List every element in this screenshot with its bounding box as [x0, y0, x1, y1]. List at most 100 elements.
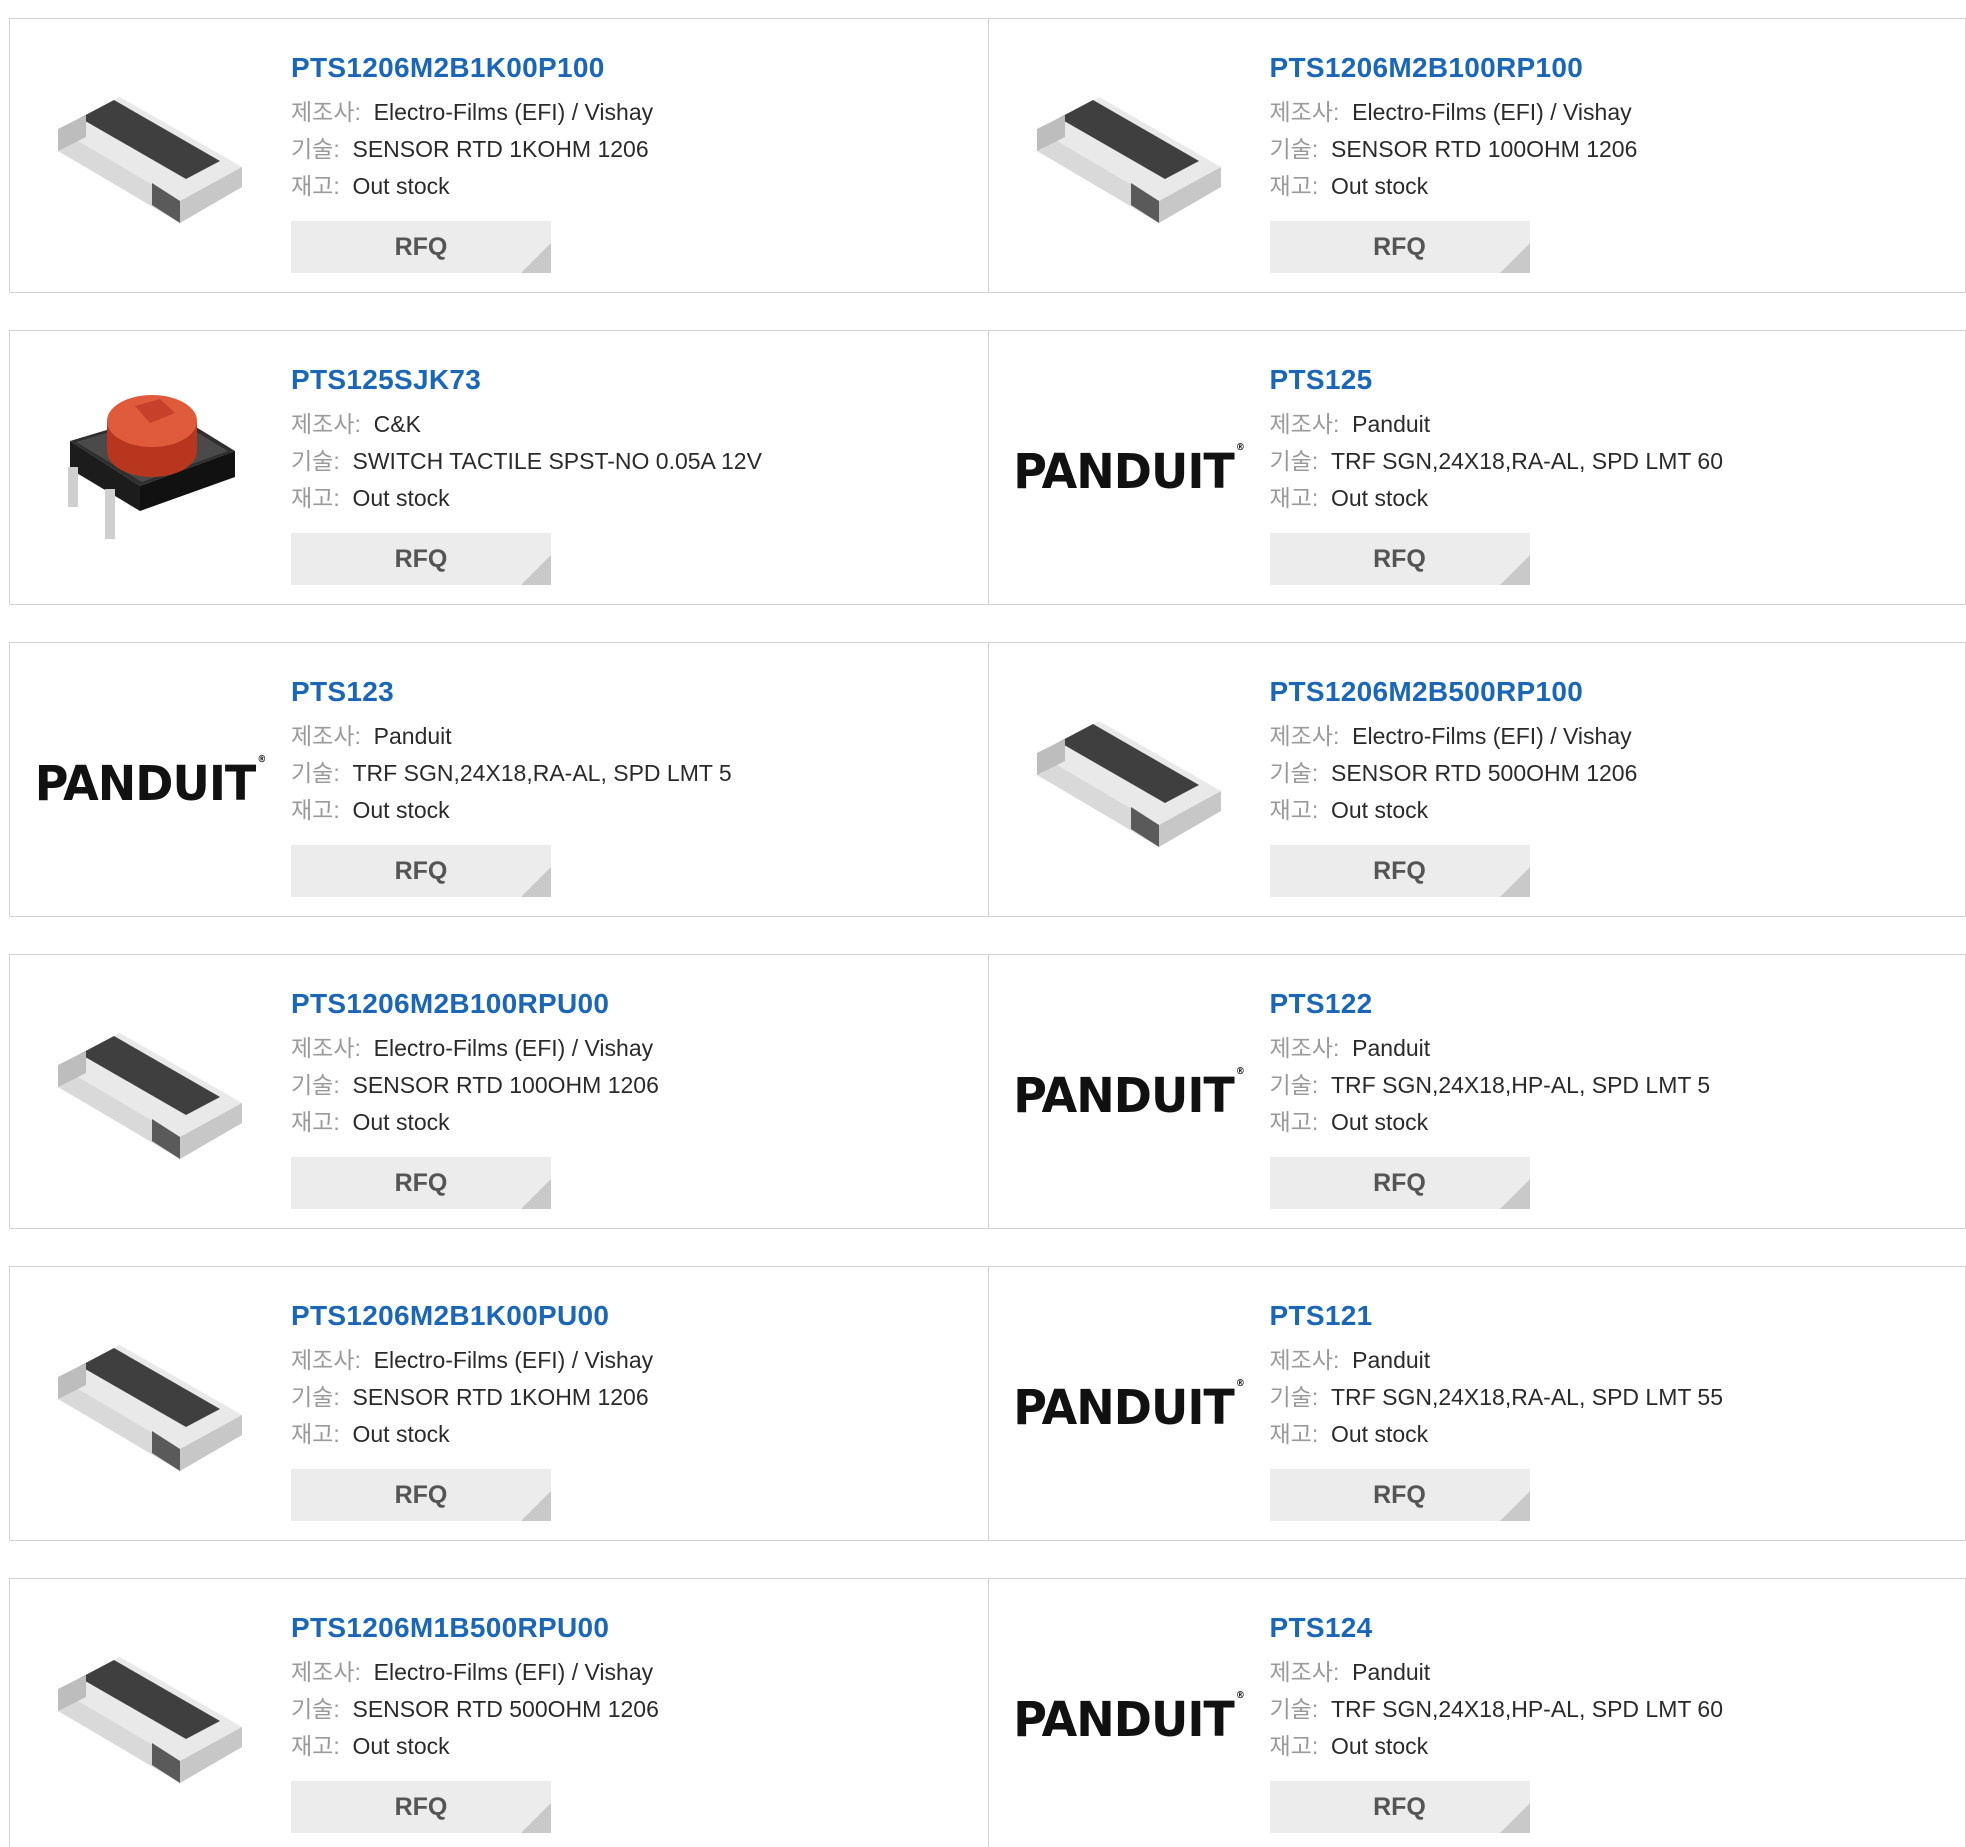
- part-number-link[interactable]: PTS1206M2B1K00P100: [291, 47, 653, 89]
- manufacturer-value: Electro-Films (EFI) / Vishay: [373, 1347, 654, 1373]
- part-number-link[interactable]: PTS122: [1270, 983, 1711, 1025]
- stock-line: 재고: Out stock: [1270, 1104, 1711, 1141]
- product-image[interactable]: PANDUIT ®: [35, 683, 267, 883]
- panduit-logo: PANDUIT ®: [1013, 1378, 1245, 1436]
- rfq-label: RFQ: [394, 857, 448, 885]
- part-number-link[interactable]: PTS1206M2B1K00PU00: [291, 1295, 653, 1337]
- description-line: 기술: TRF SGN,24X18,HP-AL, SPD LMT 60: [1270, 1691, 1724, 1728]
- rfq-button[interactable]: RFQ: [291, 1781, 551, 1833]
- part-number-link[interactable]: PTS123: [291, 671, 732, 713]
- description-line: 기술: SENSOR RTD 100OHM 1206: [1270, 131, 1638, 168]
- manufacturer-line: 제조사: Panduit: [1270, 1342, 1724, 1379]
- manufacturer-line: 제조사: Panduit: [1270, 1654, 1724, 1691]
- product-card: PANDUIT ® PTS123 제조사: Panduit 기술: TRF SGN,2…: [10, 643, 988, 916]
- product-card: PTS1206M2B1K00P100 제조사: Electro-Films (EF…: [10, 19, 988, 292]
- manufacturer-label: 제조사:: [1269, 1659, 1340, 1685]
- description-label: 기술:: [1269, 1696, 1319, 1722]
- description-label: 기술:: [1269, 136, 1319, 162]
- description-value: TRF SGN,24X18,HP-AL, SPD LMT 5: [1331, 1072, 1711, 1098]
- product-image[interactable]: [50, 1307, 250, 1507]
- stock-line: 재고: Out stock: [1270, 1728, 1724, 1765]
- product-image[interactable]: PANDUIT ®: [1013, 995, 1245, 1195]
- corner-triangle-icon: [1499, 867, 1530, 897]
- stock-label: 재고:: [1269, 173, 1319, 199]
- description-value: SENSOR RTD 100OHM 1206: [352, 1072, 659, 1098]
- product-info: PTS125 제조사: Panduit 기술: TRF SGN,24X18,RA-A…: [1269, 359, 1724, 585]
- panduit-logo-text: PANDUIT: [1013, 1690, 1235, 1748]
- panduit-logo: PANDUIT ®: [1013, 442, 1245, 500]
- description-label: 기술:: [1269, 1384, 1319, 1410]
- part-number-link[interactable]: PTS1206M1B500RPU00: [291, 1607, 659, 1649]
- product-row: PTS1206M2B100RPU00 제조사: Electro-Films (EF…: [9, 954, 1966, 1229]
- rfq-label: RFQ: [394, 545, 448, 573]
- part-number-link[interactable]: PTS121: [1270, 1295, 1724, 1337]
- part-number-link[interactable]: PTS1206M2B100RPU00: [291, 983, 659, 1025]
- product-image[interactable]: PANDUIT ®: [1013, 371, 1245, 571]
- product-card: PTS125SJK73 제조사: C&K 기술: SWITCH TACTILE SP…: [10, 331, 988, 604]
- product-info: PTS124 제조사: Panduit 기술: TRF SGN,24X18,HP-A…: [1269, 1607, 1724, 1833]
- product-image[interactable]: [1029, 683, 1229, 883]
- rfq-button[interactable]: RFQ: [291, 845, 551, 897]
- rfq-button[interactable]: RFQ: [1269, 1781, 1530, 1833]
- part-number-link[interactable]: PTS1206M2B500RP100: [1270, 671, 1638, 713]
- part-number-link[interactable]: PTS124: [1270, 1607, 1724, 1649]
- product-image[interactable]: [1029, 59, 1229, 259]
- rfq-button[interactable]: RFQ: [1269, 221, 1530, 273]
- description-line: 기술: SENSOR RTD 500OHM 1206: [1270, 755, 1638, 792]
- stock-label: 재고:: [1269, 1421, 1319, 1447]
- description-value: SENSOR RTD 500OHM 1206: [1331, 760, 1638, 786]
- product-info: PTS1206M2B100RPU00 제조사: Electro-Films (EF…: [291, 983, 659, 1209]
- description-line: 기술: SENSOR RTD 1KOHM 1206: [291, 131, 653, 168]
- part-number-link[interactable]: PTS125SJK73: [291, 359, 762, 401]
- part-number-link[interactable]: PTS125: [1270, 359, 1724, 401]
- manufacturer-line: 제조사: Electro-Films (EFI) / Vishay: [1270, 718, 1638, 755]
- stock-value: Out stock: [1331, 173, 1429, 199]
- rfq-button[interactable]: RFQ: [291, 221, 551, 273]
- manufacturer-value: Panduit: [373, 723, 452, 749]
- product-image[interactable]: PANDUIT ®: [1013, 1619, 1245, 1819]
- product-card: PTS1206M1B500RPU00 제조사: Electro-Films (EF…: [10, 1579, 988, 1847]
- stock-label: 재고:: [291, 1421, 340, 1447]
- stock-label: 재고:: [291, 485, 340, 511]
- manufacturer-line: 제조사: C&K: [291, 406, 762, 443]
- stock-label: 재고:: [1269, 797, 1319, 823]
- rfq-button[interactable]: RFQ: [291, 533, 551, 585]
- rfq-button[interactable]: RFQ: [1269, 1157, 1530, 1209]
- manufacturer-label: 제조사:: [1269, 1035, 1340, 1061]
- rfq-label: RFQ: [1373, 857, 1426, 885]
- manufacturer-label: 제조사:: [291, 1035, 361, 1061]
- product-image[interactable]: [50, 371, 250, 571]
- chip-resistor-icon: [58, 1345, 242, 1471]
- rfq-button[interactable]: RFQ: [291, 1157, 551, 1209]
- product-row: PTS1206M1B500RPU00 제조사: Electro-Films (EF…: [9, 1578, 1966, 1847]
- manufacturer-line: 제조사: Electro-Films (EFI) / Vishay: [291, 1342, 653, 1379]
- stock-line: 재고: Out stock: [291, 1416, 653, 1453]
- manufacturer-value: Electro-Films (EFI) / Vishay: [373, 99, 654, 125]
- product-info: PTS1206M1B500RPU00 제조사: Electro-Films (EF…: [291, 1607, 659, 1833]
- product-card: PANDUIT ® PTS125 제조사: Panduit 기술: TRF SGN,2…: [987, 331, 1966, 604]
- corner-triangle-icon: [1499, 1491, 1530, 1521]
- description-label: 기술:: [291, 1384, 340, 1410]
- manufacturer-value: Electro-Films (EFI) / Vishay: [373, 1035, 654, 1061]
- rfq-button[interactable]: RFQ: [1269, 845, 1530, 897]
- manufacturer-value: Electro-Films (EFI) / Vishay: [1352, 99, 1632, 125]
- product-row: PTS125SJK73 제조사: C&K 기술: SWITCH TACTILE SP…: [9, 330, 1966, 605]
- part-number-link[interactable]: PTS1206M2B100RP100: [1270, 47, 1638, 89]
- stock-value: Out stock: [1331, 1733, 1429, 1759]
- chip-resistor-icon: [58, 1033, 242, 1159]
- product-image[interactable]: [50, 59, 250, 259]
- product-image[interactable]: [50, 995, 250, 1195]
- rfq-button[interactable]: RFQ: [291, 1469, 551, 1521]
- manufacturer-line: 제조사: Electro-Films (EFI) / Vishay: [1270, 94, 1638, 131]
- rfq-button[interactable]: RFQ: [1269, 1469, 1530, 1521]
- rfq-button[interactable]: RFQ: [1269, 533, 1530, 585]
- product-info: PTS1206M2B1K00P100 제조사: Electro-Films (EF…: [291, 47, 653, 273]
- product-card: PTS1206M2B500RP100 제조사: Electro-Films (EF…: [987, 643, 1966, 916]
- description-value: TRF SGN,24X18,RA-AL, SPD LMT 55: [1331, 1384, 1723, 1410]
- product-image[interactable]: [50, 1619, 250, 1819]
- product-card: PTS1206M2B100RPU00 제조사: Electro-Films (EF…: [10, 955, 988, 1228]
- product-info: PTS121 제조사: Panduit 기술: TRF SGN,24X18,RA-A…: [1269, 1295, 1724, 1521]
- corner-triangle-icon: [521, 1491, 551, 1521]
- panduit-logo-text: PANDUIT: [34, 754, 257, 812]
- product-image[interactable]: PANDUIT ®: [1013, 1307, 1245, 1507]
